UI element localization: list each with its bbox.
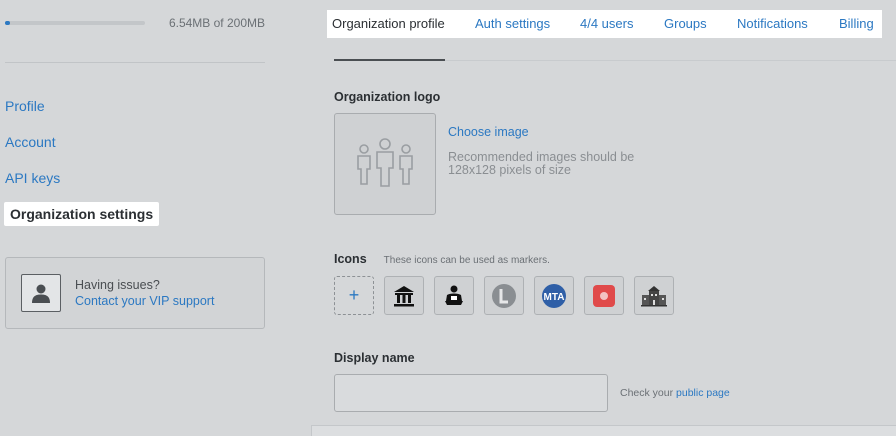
storage-progress-bar — [5, 21, 145, 25]
mta-icon: MTA — [542, 283, 566, 308]
letter-l-icon — [492, 283, 516, 308]
sidebar-item-profile[interactable]: Profile — [0, 94, 270, 118]
marker-bank[interactable] — [384, 276, 424, 315]
display-name-input[interactable] — [334, 374, 608, 412]
support-question: Having issues? — [75, 278, 160, 292]
tab-organization-profile[interactable]: Organization profile — [332, 16, 445, 31]
marker-icons: + MTA — [334, 276, 684, 315]
storage-progress-fill — [5, 21, 10, 25]
tab-notifications[interactable]: Notifications — [737, 16, 808, 31]
organization-logo-label: Organization logo — [334, 90, 441, 104]
settings-tabs: Organization profile Auth settings 4/4 u… — [327, 10, 882, 38]
icons-label: Icons — [334, 252, 367, 266]
marker-red-dot[interactable] — [584, 276, 624, 315]
icons-note: These icons can be used as markers. — [383, 255, 550, 266]
sidebar-item-organization-settings[interactable]: Organization settings — [4, 202, 160, 226]
bottom-panel-edge — [311, 425, 896, 436]
red-dot-icon — [593, 284, 615, 307]
support-card: Having issues? Contact your VIP support — [5, 257, 265, 329]
storage-usage: 6.54MB of 200MB — [5, 16, 265, 30]
tab-users[interactable]: 4/4 users — [580, 16, 633, 31]
plus-icon: + — [348, 285, 360, 305]
tab-auth-settings[interactable]: Auth settings — [475, 16, 550, 31]
icons-header: Icons These icons can be used as markers… — [334, 252, 550, 266]
support-text: Having issues? Contact your VIP support — [75, 277, 214, 309]
svg-text:MTA: MTA — [544, 292, 565, 303]
school-building-icon — [641, 285, 667, 306]
sidebar-divider — [5, 62, 265, 63]
public-page-hint: Check your public page — [620, 387, 730, 399]
choose-image-link[interactable]: Choose image — [448, 125, 529, 139]
tab-groups[interactable]: Groups — [664, 16, 707, 31]
public-page-hint-prefix: Check your — [620, 387, 674, 399]
public-page-link[interactable]: public page — [676, 387, 730, 399]
marker-school[interactable] — [634, 276, 674, 315]
active-tab-indicator — [334, 59, 445, 61]
bank-icon — [394, 285, 414, 306]
add-icon-button[interactable]: + — [334, 276, 374, 315]
marker-mta[interactable]: MTA — [534, 276, 574, 315]
sidebar-item-api-keys[interactable]: API keys — [0, 166, 270, 190]
support-link[interactable]: Contact your VIP support — [75, 294, 214, 308]
storage-usage-text: 6.54MB of 200MB — [168, 16, 265, 30]
tabs-divider — [445, 60, 896, 61]
display-name-label: Display name — [334, 351, 415, 365]
group-people-icon — [357, 138, 413, 187]
logo-size-hint: Recommended images should be 128x128 pix… — [448, 150, 635, 177]
sidebar-item-account[interactable]: Account — [0, 130, 270, 154]
marker-reading[interactable] — [434, 276, 474, 315]
reading-person-icon — [445, 285, 463, 305]
marker-letter-l[interactable] — [484, 276, 524, 315]
person-icon — [21, 274, 61, 312]
tab-billing[interactable]: Billing — [839, 16, 874, 31]
sidebar-nav: Profile Account API keys Organization se… — [0, 94, 270, 238]
logo-upload-box[interactable] — [334, 113, 436, 215]
